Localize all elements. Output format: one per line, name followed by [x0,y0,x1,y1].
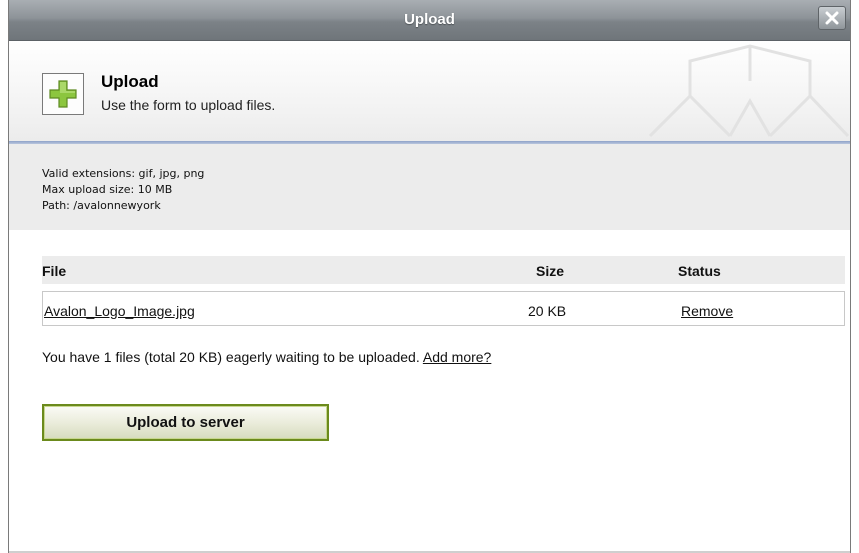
file-size: 20 KB [528,303,567,319]
upload-path-text: Path: /avalonnewyork [42,199,161,212]
column-size: Size [536,263,565,279]
close-button[interactable] [818,6,846,30]
upload-to-server-button[interactable]: Upload to server [42,404,329,441]
upload-header-icon [42,73,84,115]
plus-icon [49,80,77,108]
column-file: File [42,263,67,279]
decorative-cube-icon [648,44,850,138]
file-name-link[interactable]: Avalon_Logo_Image.jpg [44,303,195,319]
title-bar[interactable]: Upload [9,0,850,41]
close-icon [825,11,839,25]
header-title: Upload [101,72,159,91]
summary-text: You have 1 files (total 20 KB) eagerly w… [42,349,420,365]
remove-file-link[interactable]: Remove [681,303,733,319]
table-row: Avalon_Logo_Image.jpg 20 KB Remove [42,291,845,326]
valid-extensions-text: Valid extensions: gif, jpg, png [42,167,205,180]
max-upload-size-text: Max upload size: 10 MB [42,183,173,196]
upload-summary: You have 1 files (total 20 KB) eagerly w… [42,349,491,365]
window-title: Upload [404,11,455,28]
table-header: File Size Status [42,256,845,284]
upload-dialog: Upload Upload Use the form to upload fil… [8,0,851,553]
column-status: Status [678,263,721,279]
header-subtitle: Use the form to upload files. [101,97,276,113]
upload-button-label: Upload to server [126,414,245,431]
add-more-link[interactable]: Add more? [423,349,491,365]
